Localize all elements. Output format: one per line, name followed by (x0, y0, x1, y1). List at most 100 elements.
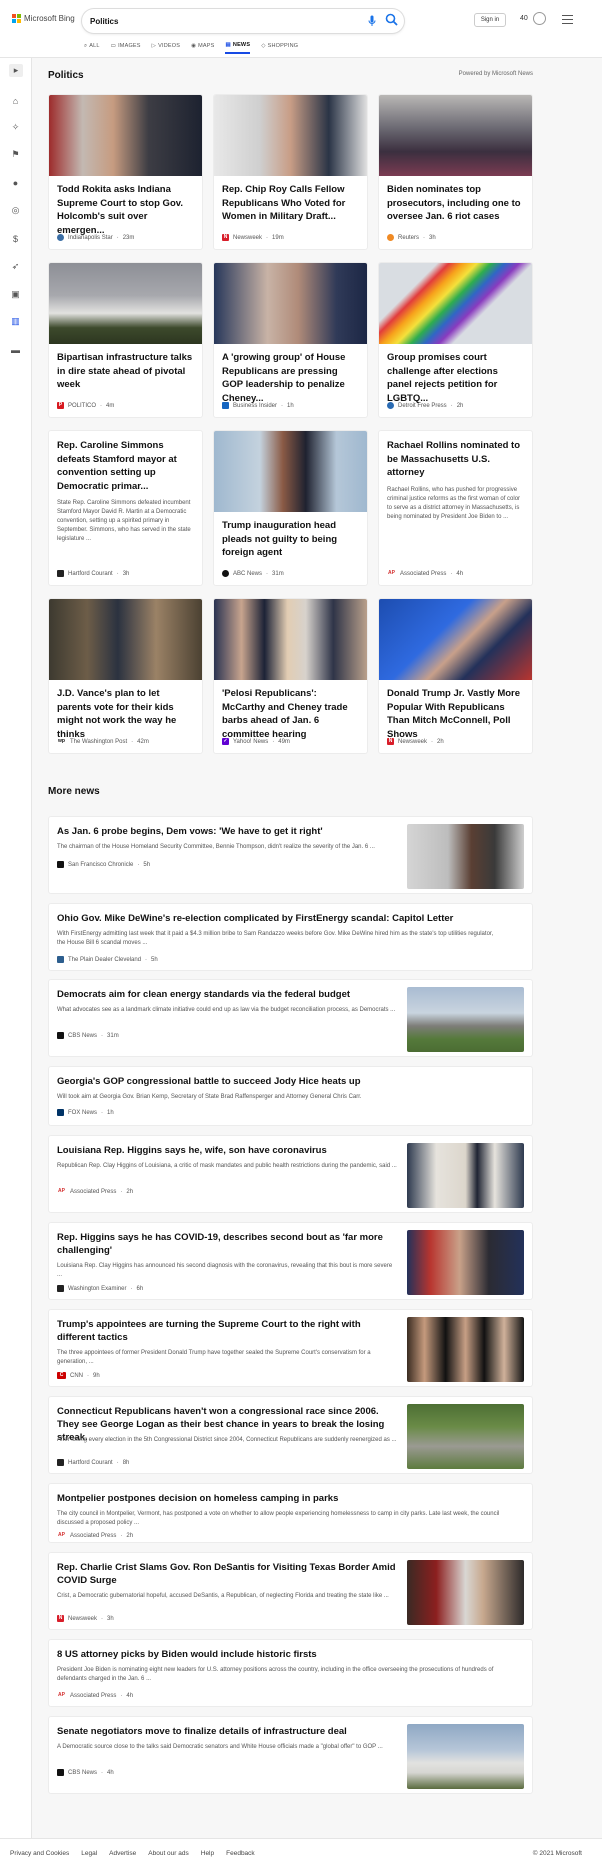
tab-maps[interactable]: ◉ MAPS (191, 40, 214, 54)
source-logo-icon (57, 234, 64, 241)
news-card[interactable]: Group promises court challenge after ele… (378, 262, 533, 418)
news-row[interactable]: Rep. Charlie Crist Slams Gov. Ron DeSant… (48, 1552, 533, 1630)
news-card[interactable]: Trump inauguration head pleads not guilt… (213, 430, 368, 586)
news-row[interactable]: Trump's appointees are turning the Supre… (48, 1309, 533, 1387)
news-card[interactable]: A 'growing group' of House Republicans a… (213, 262, 368, 418)
row-source: N Newsweek · 3h (57, 1615, 114, 1622)
news-row[interactable]: As Jan. 6 probe begins, Dem vows: 'We ha… (48, 816, 533, 894)
microsoft-logo-icon (12, 14, 21, 23)
time-ago: 5h (151, 956, 158, 963)
row-title: Montpelier postpones decision on homeles… (57, 1493, 339, 1504)
news-row[interactable]: Democrats aim for clean energy standards… (48, 979, 533, 1057)
row-source: Hartford Courant · 8h (57, 1459, 129, 1466)
car-icon[interactable]: ▬ (9, 343, 22, 356)
tab-shopping[interactable]: ◇ SHOPPING (261, 40, 298, 54)
search-input[interactable] (90, 13, 360, 29)
row-description: President Joe Biden is nominating eight … (57, 1667, 494, 1682)
news-card[interactable]: Rep. Caroline Simmons defeats Stamford m… (48, 430, 203, 586)
film-icon[interactable]: ▣ (9, 288, 22, 301)
location-icon[interactable]: ● (9, 176, 22, 189)
footer-link-help[interactable]: Help (201, 1850, 214, 1857)
rewards-trophy-icon (532, 12, 546, 25)
sign-in-button[interactable]: Sign in (474, 13, 506, 27)
news-image (379, 263, 532, 344)
footer-link-feedback[interactable]: Feedback (226, 1850, 255, 1857)
rewards-button[interactable]: 40 (520, 12, 546, 25)
menu-icon[interactable] (562, 15, 573, 27)
news-card[interactable]: 'Pelosi Republicans': McCarthy and Chene… (213, 598, 368, 754)
time-ago: 6h (136, 1285, 144, 1292)
source-name: Washington Examiner (68, 1285, 127, 1292)
card-title: Donald Trump Jr. Vastly More Popular Wit… (387, 688, 521, 740)
tab-all[interactable]: ⌕ ALL (84, 40, 100, 54)
row-source: FOX News · 1h (57, 1109, 114, 1116)
time-ago: 3h (429, 234, 436, 241)
card-title: J.D. Vance's plan to let parents vote fo… (57, 688, 177, 740)
more-news-title: More news (48, 786, 100, 797)
tab-label: IMAGES (118, 43, 141, 49)
time-ago: 2h (456, 402, 464, 409)
news-image (214, 95, 367, 176)
tab-images[interactable]: ▭ IMAGES (111, 40, 141, 54)
time-ago: 31m (107, 1032, 119, 1039)
news-row[interactable]: Rep. Higgins says he has COVID-19, descr… (48, 1222, 533, 1300)
news-row[interactable]: Georgia's GOP congressional battle to su… (48, 1066, 533, 1126)
flag-icon[interactable]: ⚑ (9, 148, 22, 161)
source-logo-icon: N (222, 234, 229, 241)
time-ago: 8h (122, 1459, 130, 1466)
source-logo-icon (57, 861, 64, 868)
row-image (407, 1404, 524, 1469)
tab-news[interactable]: ▤ NEWS (225, 40, 251, 54)
money-icon[interactable]: $ (9, 232, 22, 245)
footer-link-about-ads[interactable]: About our ads (148, 1850, 188, 1857)
row-description: After losing every election in the 5th C… (57, 1437, 397, 1443)
source-name: Associated Press (70, 1692, 117, 1699)
news-row[interactable]: Senate negotiators move to finalize deta… (48, 1716, 533, 1794)
news-card[interactable]: J.D. Vance's plan to let parents vote fo… (48, 598, 203, 754)
time-ago: 23m (122, 234, 135, 241)
section-title: Politics (48, 70, 84, 81)
news-row[interactable]: Ohio Gov. Mike DeWine's re-election comp… (48, 903, 533, 971)
news-card[interactable]: Biden nominates top prosecutors, includi… (378, 94, 533, 250)
globe-icon[interactable]: ◎ (9, 204, 22, 217)
time-ago: 5h (143, 861, 151, 868)
news-card[interactable]: Rep. Chip Roy Calls Fellow Republicans W… (213, 94, 368, 250)
row-title: Ohio Gov. Mike DeWine's re-election comp… (57, 913, 454, 924)
footer-link-legal[interactable]: Legal (81, 1850, 97, 1857)
row-title: Rep. Charlie Crist Slams Gov. Ron DeSant… (57, 1562, 396, 1586)
card-source: Reuters · 3h (387, 234, 436, 241)
bing-logo[interactable]: Microsoft Bing (12, 14, 75, 23)
news-row[interactable]: Montpelier postpones decision on homeles… (48, 1483, 533, 1543)
news-card[interactable]: Donald Trump Jr. Vastly More Popular Wit… (378, 598, 533, 754)
trending-icon[interactable]: ✧ (9, 121, 22, 134)
source-name: Associated Press (70, 1532, 117, 1539)
row-image (407, 1143, 524, 1208)
image-icon: ▭ (110, 43, 117, 49)
rocket-icon[interactable]: ➶ (9, 260, 22, 273)
tab-label: ALL (89, 43, 100, 49)
politics-building-icon[interactable]: ▥ (9, 315, 22, 328)
search-icon[interactable] (385, 13, 398, 31)
news-card[interactable]: Rachael Rollins nominated to be Massachu… (378, 430, 533, 586)
footer-link-privacy[interactable]: Privacy and Cookies (10, 1850, 69, 1857)
microphone-icon[interactable] (368, 14, 376, 32)
source-logo-icon (387, 234, 394, 241)
source-logo-icon: C (57, 1372, 66, 1379)
source-name: Newsweek (398, 738, 428, 745)
news-image (379, 95, 532, 176)
row-title: Senate negotiators move to finalize deta… (57, 1726, 347, 1737)
news-row[interactable]: 8 US attorney picks by Biden would inclu… (48, 1639, 533, 1707)
card-description: Rachael Rollins, who has pushed for prog… (387, 486, 521, 520)
home-icon[interactable]: ⌂ (9, 94, 22, 107)
source-name: CBS News (68, 1032, 98, 1039)
powered-by[interactable]: Powered by Microsoft News (459, 71, 533, 77)
time-ago: 2h (126, 1532, 134, 1539)
news-card[interactable]: Todd Rokita asks Indiana Supreme Court t… (48, 94, 203, 250)
row-source: The Plain Dealer Cleveland · 5h (57, 956, 158, 963)
expand-chevron-icon[interactable]: ▸ (9, 64, 23, 77)
news-card[interactable]: Bipartisan infrastructure talks in dire … (48, 262, 203, 418)
news-row[interactable]: Louisiana Rep. Higgins says he, wife, so… (48, 1135, 533, 1213)
footer-link-advertise[interactable]: Advertise (109, 1850, 136, 1857)
tab-videos[interactable]: ▷ VIDEOS (152, 40, 180, 54)
news-row[interactable]: Connecticut Republicans haven't won a co… (48, 1396, 533, 1474)
